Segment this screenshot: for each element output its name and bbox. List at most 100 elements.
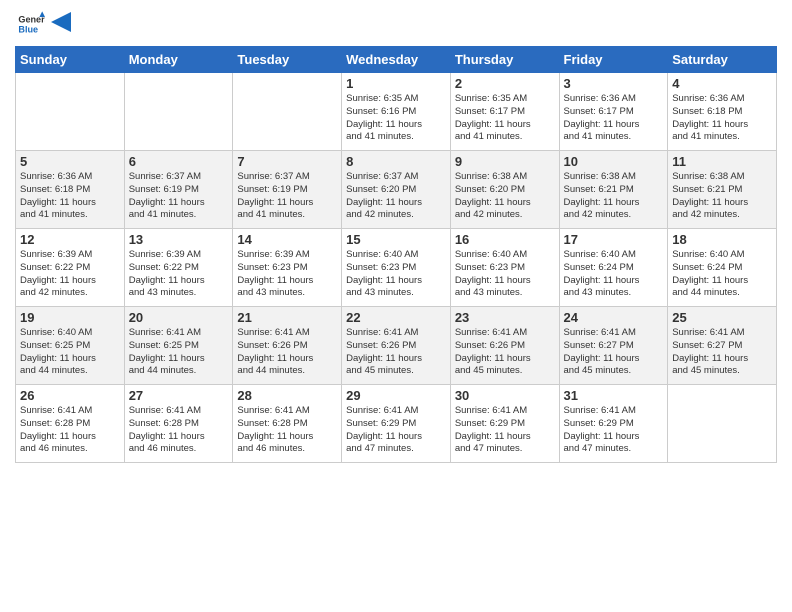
day-info: Sunrise: 6:36 AM Sunset: 6:18 PM Dayligh… (672, 93, 772, 144)
calendar-day-cell: 12 Sunrise: 6:39 AM Sunset: 6:22 PM Dayli… (16, 229, 125, 307)
calendar-day-header: Monday (124, 47, 233, 73)
day-number: 30 (455, 388, 555, 403)
calendar-day-cell: 7Sunrise: 6:37 AM Sunset: 6:19 PM Daylig… (233, 151, 342, 229)
calendar-day-cell: 21 Sunrise: 6:41 AM Sunset: 6:26 PM Dayli… (233, 307, 342, 385)
day-info: Sunrise: 6:40 AM Sunset: 6:25 PM Dayligh… (20, 327, 120, 378)
day-info: Sunrise: 6:38 AM Sunset: 6:21 PM Dayligh… (564, 171, 664, 222)
svg-text:Blue: Blue (18, 24, 38, 34)
calendar-day-cell: 25 Sunrise: 6:41 AM Sunset: 6:27 PM Dayli… (668, 307, 777, 385)
day-info: Sunrise: 6:41 AM Sunset: 6:27 PM Dayligh… (564, 327, 664, 378)
calendar-day-cell: 10Sunrise: 6:38 AM Sunset: 6:21 PM Dayli… (559, 151, 668, 229)
day-info: Sunrise: 6:41 AM Sunset: 6:28 PM Dayligh… (20, 405, 120, 456)
day-info: Sunrise: 6:40 AM Sunset: 6:24 PM Dayligh… (672, 249, 772, 300)
day-info: Sunrise: 6:37 AM Sunset: 6:19 PM Dayligh… (129, 171, 229, 222)
day-info: Sunrise: 6:41 AM Sunset: 6:29 PM Dayligh… (455, 405, 555, 456)
calendar-day-cell (233, 73, 342, 151)
day-number: 1 (346, 76, 446, 91)
day-number: 28 (237, 388, 337, 403)
day-info: Sunrise: 6:41 AM Sunset: 6:29 PM Dayligh… (346, 405, 446, 456)
calendar-day-cell: 22Sunrise: 6:41 AM Sunset: 6:26 PM Dayli… (342, 307, 451, 385)
day-number: 31 (564, 388, 664, 403)
calendar-day-cell (124, 73, 233, 151)
calendar-day-cell: 14 Sunrise: 6:39 AM Sunset: 6:23 PM Dayli… (233, 229, 342, 307)
calendar-week-row: 12 Sunrise: 6:39 AM Sunset: 6:22 PM Dayli… (16, 229, 777, 307)
day-number: 9 (455, 154, 555, 169)
day-number: 2 (455, 76, 555, 91)
calendar-week-row: 19 Sunrise: 6:40 AM Sunset: 6:25 PM Dayli… (16, 307, 777, 385)
day-info: Sunrise: 6:40 AM Sunset: 6:23 PM Dayligh… (346, 249, 446, 300)
day-number: 19 (20, 310, 120, 325)
calendar-day-header: Saturday (668, 47, 777, 73)
day-number: 5 (20, 154, 120, 169)
day-info: Sunrise: 6:37 AM Sunset: 6:20 PM Dayligh… (346, 171, 446, 222)
calendar-day-cell: 28 Sunrise: 6:41 AM Sunset: 6:28 PM Dayli… (233, 385, 342, 463)
day-info: Sunrise: 6:35 AM Sunset: 6:17 PM Dayligh… (455, 93, 555, 144)
day-info: Sunrise: 6:41 AM Sunset: 6:27 PM Dayligh… (672, 327, 772, 378)
calendar-day-cell: 30 Sunrise: 6:41 AM Sunset: 6:29 PM Dayli… (450, 385, 559, 463)
calendar-day-cell: 2 Sunrise: 6:35 AM Sunset: 6:17 PM Daylig… (450, 73, 559, 151)
calendar-day-cell: 23 Sunrise: 6:41 AM Sunset: 6:26 PM Dayli… (450, 307, 559, 385)
calendar-day-cell: 11 Sunrise: 6:38 AM Sunset: 6:21 PM Dayli… (668, 151, 777, 229)
day-info: Sunrise: 6:35 AM Sunset: 6:16 PM Dayligh… (346, 93, 446, 144)
day-number: 3 (564, 76, 664, 91)
day-info: Sunrise: 6:38 AM Sunset: 6:20 PM Dayligh… (455, 171, 555, 222)
day-number: 11 (672, 154, 772, 169)
logo-icon: General Blue (17, 10, 45, 38)
day-number: 16 (455, 232, 555, 247)
day-info: Sunrise: 6:41 AM Sunset: 6:26 PM Dayligh… (346, 327, 446, 378)
calendar-day-cell: 26 Sunrise: 6:41 AM Sunset: 6:28 PM Dayli… (16, 385, 125, 463)
calendar-day-header: Thursday (450, 47, 559, 73)
day-info: Sunrise: 6:41 AM Sunset: 6:28 PM Dayligh… (237, 405, 337, 456)
day-info: Sunrise: 6:36 AM Sunset: 6:17 PM Dayligh… (564, 93, 664, 144)
calendar-day-cell: 9 Sunrise: 6:38 AM Sunset: 6:20 PM Daylig… (450, 151, 559, 229)
day-info: Sunrise: 6:38 AM Sunset: 6:21 PM Dayligh… (672, 171, 772, 222)
calendar-day-header: Friday (559, 47, 668, 73)
day-number: 23 (455, 310, 555, 325)
calendar-day-cell: 1 Sunrise: 6:35 AM Sunset: 6:16 PM Daylig… (342, 73, 451, 151)
day-info: Sunrise: 6:40 AM Sunset: 6:23 PM Dayligh… (455, 249, 555, 300)
day-info: Sunrise: 6:39 AM Sunset: 6:23 PM Dayligh… (237, 249, 337, 300)
day-info: Sunrise: 6:40 AM Sunset: 6:24 PM Dayligh… (564, 249, 664, 300)
day-number: 13 (129, 232, 229, 247)
day-info: Sunrise: 6:39 AM Sunset: 6:22 PM Dayligh… (20, 249, 120, 300)
day-number: 15 (346, 232, 446, 247)
calendar-day-header: Sunday (16, 47, 125, 73)
day-number: 24 (564, 310, 664, 325)
day-info: Sunrise: 6:41 AM Sunset: 6:26 PM Dayligh… (455, 327, 555, 378)
calendar-day-cell: 8 Sunrise: 6:37 AM Sunset: 6:20 PM Daylig… (342, 151, 451, 229)
calendar-day-cell: 24 Sunrise: 6:41 AM Sunset: 6:27 PM Dayli… (559, 307, 668, 385)
calendar-day-header: Wednesday (342, 47, 451, 73)
day-info: Sunrise: 6:37 AM Sunset: 6:19 PM Dayligh… (237, 171, 337, 222)
calendar-day-cell: 31 Sunrise: 6:41 AM Sunset: 6:29 PM Dayli… (559, 385, 668, 463)
calendar-week-row: 5 Sunrise: 6:36 AM Sunset: 6:18 PM Daylig… (16, 151, 777, 229)
calendar-day-cell (668, 385, 777, 463)
header: General Blue (15, 10, 777, 38)
calendar-day-cell (16, 73, 125, 151)
calendar-day-cell: 19 Sunrise: 6:40 AM Sunset: 6:25 PM Dayli… (16, 307, 125, 385)
day-number: 21 (237, 310, 337, 325)
calendar-day-cell: 29 Sunrise: 6:41 AM Sunset: 6:29 PM Dayli… (342, 385, 451, 463)
day-info: Sunrise: 6:41 AM Sunset: 6:28 PM Dayligh… (129, 405, 229, 456)
calendar-day-cell: 17Sunrise: 6:40 AM Sunset: 6:24 PM Dayli… (559, 229, 668, 307)
calendar-day-cell: 6Sunrise: 6:37 AM Sunset: 6:19 PM Daylig… (124, 151, 233, 229)
logo: General Blue (15, 10, 71, 38)
calendar-day-cell: 15 Sunrise: 6:40 AM Sunset: 6:23 PM Dayli… (342, 229, 451, 307)
day-info: Sunrise: 6:39 AM Sunset: 6:22 PM Dayligh… (129, 249, 229, 300)
calendar-table: SundayMondayTuesdayWednesdayThursdayFrid… (15, 46, 777, 463)
day-number: 29 (346, 388, 446, 403)
day-info: Sunrise: 6:41 AM Sunset: 6:26 PM Dayligh… (237, 327, 337, 378)
day-number: 26 (20, 388, 120, 403)
day-info: Sunrise: 6:36 AM Sunset: 6:18 PM Dayligh… (20, 171, 120, 222)
day-number: 14 (237, 232, 337, 247)
calendar-day-cell: 4Sunrise: 6:36 AM Sunset: 6:18 PM Daylig… (668, 73, 777, 151)
day-number: 12 (20, 232, 120, 247)
day-number: 25 (672, 310, 772, 325)
calendar-day-cell: 18 Sunrise: 6:40 AM Sunset: 6:24 PM Dayli… (668, 229, 777, 307)
day-number: 18 (672, 232, 772, 247)
calendar-day-cell: 5 Sunrise: 6:36 AM Sunset: 6:18 PM Daylig… (16, 151, 125, 229)
calendar-day-cell: 3 Sunrise: 6:36 AM Sunset: 6:17 PM Daylig… (559, 73, 668, 151)
day-number: 27 (129, 388, 229, 403)
calendar-day-header: Tuesday (233, 47, 342, 73)
day-number: 8 (346, 154, 446, 169)
day-info: Sunrise: 6:41 AM Sunset: 6:29 PM Dayligh… (564, 405, 664, 456)
